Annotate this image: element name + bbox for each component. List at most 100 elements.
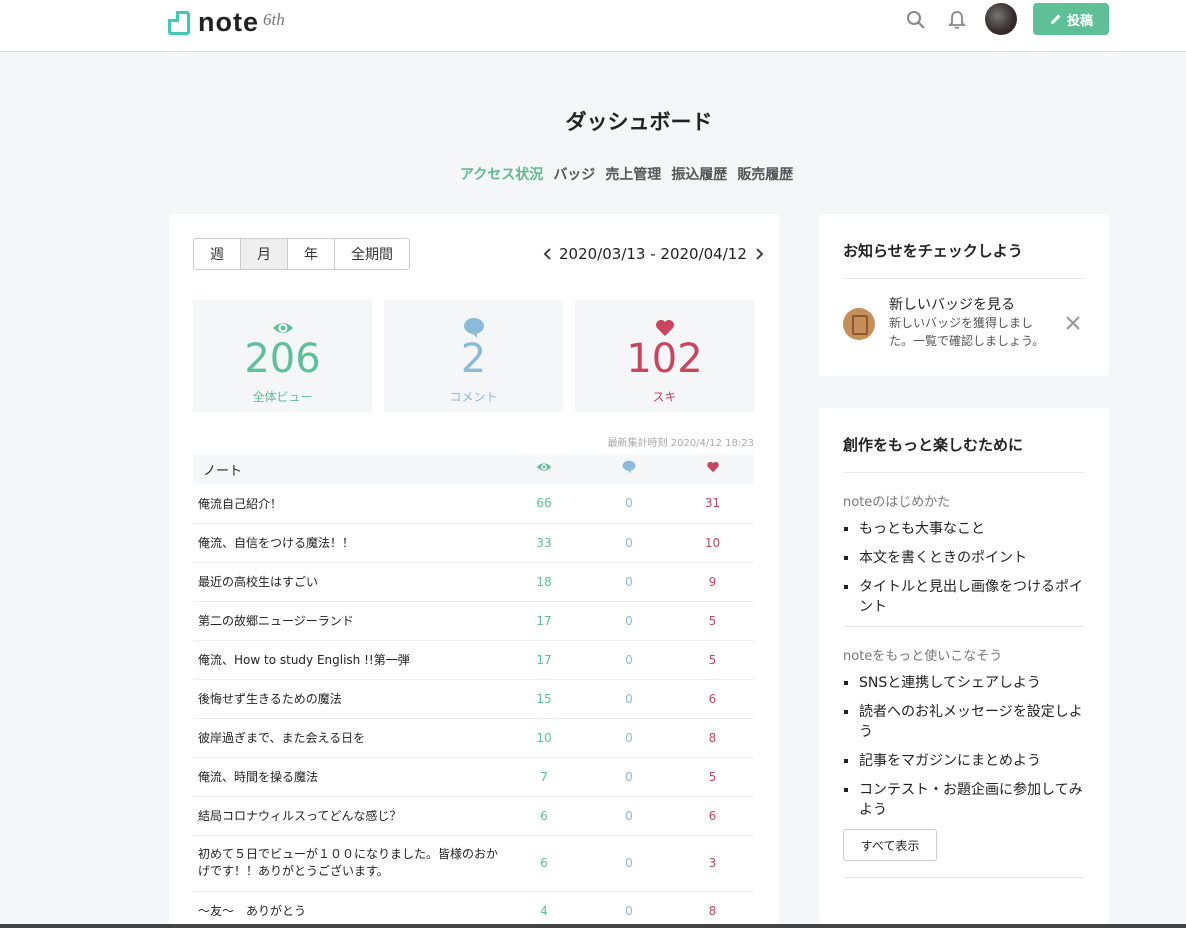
likes-column-header <box>671 454 754 484</box>
note-title[interactable]: 結局コロナウィルスってどんな感じ？ <box>193 796 501 836</box>
period-selector: 週 月 年 全期間 <box>193 238 410 270</box>
table-row[interactable]: 俺流、自信をつける魔法！！ 33 0 10 <box>193 523 754 563</box>
note-title[interactable]: 彼岸過ぎまで、また会える日を <box>193 718 501 758</box>
tab-badges[interactable]: バッジ <box>548 164 600 184</box>
anniversary-badge: 6th <box>263 9 285 29</box>
note-logo[interactable]: note 6th <box>168 7 285 38</box>
divider <box>843 626 1085 627</box>
divider <box>843 877 1085 878</box>
table-row[interactable]: 初めて５日でビューが１００になりました。皆様のおかげです！！ありがとうございます… <box>193 835 754 892</box>
note-comments: 0 <box>587 835 671 892</box>
table-row[interactable]: 最近の高校生はすごい 18 0 9 <box>193 562 754 602</box>
list-item[interactable]: 読者へのお礼メッセージを設定しよう <box>843 702 1083 742</box>
date-range-nav: 2020/03/13 - 2020/04/12 <box>541 245 766 263</box>
period-all-button[interactable]: 全期間 <box>335 239 409 269</box>
note-views: 17 <box>501 601 587 641</box>
list-item[interactable]: 本文を書くときのポイント <box>843 548 1083 568</box>
note-comments: 0 <box>587 796 671 836</box>
notice-card: お知らせをチェックしよう 新しいバッジを見る 新しいバッジを獲得しまし た。一覧… <box>819 214 1109 376</box>
note-views: 4 <box>501 891 587 928</box>
tab-access[interactable]: アクセス状況 <box>455 164 548 184</box>
page-title: ダッシュボード <box>565 110 713 134</box>
tab-sales[interactable]: 売上管理 <box>600 164 666 184</box>
tab-sales-history[interactable]: 販売履歴 <box>732 164 798 184</box>
list-item[interactable]: コンテスト・お題企画に参加してみよう <box>843 780 1083 820</box>
table-row[interactable]: 〜友〜 ありがとう 4 0 8 <box>193 891 754 928</box>
note-views: 6 <box>501 835 587 892</box>
table-row[interactable]: 彼岸過ぎまで、また会える日を 10 0 8 <box>193 718 754 758</box>
section-label-advanced: noteをもっと使いこなそう <box>843 649 1003 664</box>
note-views: 15 <box>501 679 587 719</box>
date-range-text: 2020/03/13 - 2020/04/12 <box>559 245 747 263</box>
show-all-button[interactable]: すべて表示 <box>843 829 937 861</box>
post-button[interactable]: 投稿 <box>1033 3 1109 35</box>
note-title[interactable]: 俺流自己紹介！ <box>193 484 501 524</box>
note-views: 66 <box>501 484 587 524</box>
note-likes: 31 <box>671 484 754 524</box>
note-likes: 5 <box>671 757 754 797</box>
badge-notice-desc-1: 新しいバッジを獲得しまし <box>889 316 1034 330</box>
pencil-icon <box>1050 13 1061 24</box>
note-title[interactable]: 第二の故郷ニュージーランド <box>193 601 501 641</box>
post-button-label: 投稿 <box>1066 13 1093 29</box>
badge-icon <box>843 308 875 340</box>
table-row[interactable]: 第二の故郷ニュージーランド 17 0 5 <box>193 601 754 641</box>
likes-stat: 102 スキ <box>575 300 754 412</box>
note-title[interactable]: 最近の高校生はすごい <box>193 562 501 602</box>
table-row[interactable]: 俺流、How to study English !!第一弾 17 0 5 <box>193 640 754 680</box>
divider <box>843 278 1085 279</box>
scrollbar[interactable] <box>1172 52 1186 928</box>
note-title[interactable]: 俺流、自信をつける魔法！！ <box>193 523 501 563</box>
note-comments: 0 <box>587 562 671 602</box>
table-row[interactable]: 後悔せず生きるための魔法 15 0 6 <box>193 679 754 719</box>
logo-text: note <box>198 7 259 37</box>
note-title[interactable]: 俺流、How to study English !!第一弾 <box>193 640 501 680</box>
tab-transfers[interactable]: 振込履歴 <box>666 164 732 184</box>
table-row[interactable]: 俺流自己紹介！ 66 0 31 <box>193 484 754 524</box>
note-comments: 0 <box>587 679 671 719</box>
note-logo-icon <box>168 10 190 35</box>
table-row[interactable]: 結局コロナウィルスってどんな感じ？ 6 0 6 <box>193 796 754 836</box>
list-item[interactable]: もっとも大事なこと <box>843 519 1083 539</box>
note-title[interactable]: 初めて５日でビューが１００になりました。皆様のおかげです！！ありがとうございます… <box>193 835 501 892</box>
likes-label: スキ <box>652 390 677 404</box>
user-avatar[interactable] <box>985 3 1017 35</box>
eye-icon <box>536 463 552 471</box>
chevron-right-icon[interactable] <box>752 247 766 261</box>
note-likes: 8 <box>671 718 754 758</box>
bell-icon[interactable] <box>947 10 967 30</box>
period-month-button[interactable]: 月 <box>241 239 288 269</box>
note-title[interactable]: 後悔せず生きるための魔法 <box>193 679 501 719</box>
divider <box>843 472 1085 473</box>
guide-title: 創作をもっと楽しむために <box>843 436 1024 454</box>
views-count: 206 <box>244 336 321 382</box>
comment-bubble-icon <box>622 460 636 474</box>
last-updated-text: 最新集計時刻 2020/4/12 18:23 <box>607 438 754 449</box>
comments-count: 2 <box>460 336 487 382</box>
note-views: 10 <box>501 718 587 758</box>
list-item[interactable]: SNSと連携してシェアしよう <box>843 673 1083 693</box>
search-icon[interactable] <box>906 10 926 30</box>
note-likes: 8 <box>671 891 754 928</box>
taskbar <box>0 924 1186 928</box>
note-likes: 6 <box>671 679 754 719</box>
note-title[interactable]: 俺流、時間を操る魔法 <box>193 757 501 797</box>
note-likes: 5 <box>671 601 754 641</box>
notice-title: お知らせをチェックしよう <box>843 242 1023 260</box>
note-comments: 0 <box>587 484 671 524</box>
chevron-left-icon[interactable] <box>541 247 555 261</box>
list-item[interactable]: 記事をマガジンにまとめよう <box>843 751 1083 771</box>
period-year-button[interactable]: 年 <box>288 239 335 269</box>
table-row[interactable]: 俺流、時間を操る魔法 7 0 5 <box>193 757 754 797</box>
note-title[interactable]: 〜友〜 ありがとう <box>193 891 501 928</box>
badge-notice-item[interactable]: 新しいバッジを見る 新しいバッジを獲得しまし た。一覧で確認しましょう。 <box>843 294 1044 350</box>
list-item[interactable]: タイトルと見出し画像をつけるポイント <box>843 577 1083 617</box>
badge-notice-title[interactable]: 新しいバッジを見る <box>889 294 1044 314</box>
period-week-button[interactable]: 週 <box>194 239 241 269</box>
access-stats-card: 週 月 年 全期間 2020/03/13 - 2020/04/12 206 全体… <box>169 214 779 928</box>
dashboard-tabs: アクセス状況 バッジ 売上管理 振込履歴 販売履歴 <box>455 164 798 184</box>
notes-table: ノート 俺流自己紹介！ 66 0 31 俺流、自信をつける魔法！！ 33 0 1… <box>193 454 754 928</box>
comments-label: コメント <box>449 390 498 404</box>
note-comments: 0 <box>587 523 671 563</box>
close-icon[interactable] <box>1065 315 1081 331</box>
